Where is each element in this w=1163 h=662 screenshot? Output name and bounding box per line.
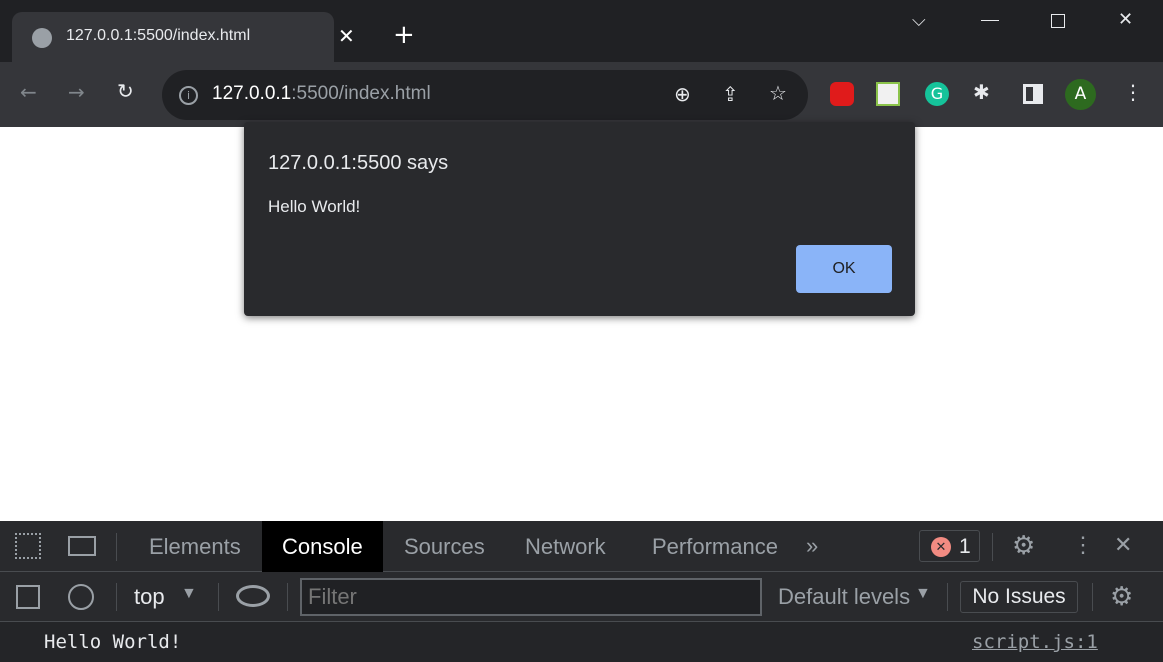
- device-toolbar-icon[interactable]: [68, 536, 96, 556]
- url-path: :5500/index.html: [291, 83, 431, 104]
- console-settings-gear-icon[interactable]: ⚙: [1110, 581, 1133, 612]
- clear-console-icon[interactable]: [68, 584, 94, 610]
- browser-tab[interactable]: 127.0.0.1:5500/index.html ✕: [12, 12, 355, 62]
- tab-search-icon[interactable]: ⌵: [912, 10, 926, 31]
- settings-gear-icon[interactable]: ⚙: [1012, 530, 1035, 561]
- issues-button[interactable]: No Issues: [960, 581, 1078, 613]
- extensions-puzzle-icon[interactable]: ✱: [973, 80, 990, 104]
- reload-icon[interactable]: ↻: [117, 79, 134, 103]
- tab-network[interactable]: Network: [505, 521, 626, 572]
- bookmark-star-icon[interactable]: ☆: [769, 81, 787, 105]
- filter-input[interactable]: [300, 578, 762, 616]
- close-tab-icon[interactable]: ✕: [338, 24, 355, 48]
- ok-button[interactable]: OK: [796, 245, 892, 293]
- back-icon[interactable]: ←: [20, 80, 37, 104]
- tab-strip: 127.0.0.1:5500/index.html ✕ + ⌵ ✕: [0, 0, 1163, 62]
- inspect-element-icon[interactable]: [15, 533, 41, 559]
- console-toolbar: top ▼ Default levels ▼ No Issues ⚙: [0, 573, 1163, 622]
- dropdown-arrow-icon: ▼: [915, 585, 931, 602]
- dialog-message: Hello World!: [268, 197, 361, 216]
- devtools-menu-icon[interactable]: ⋮: [1072, 532, 1094, 558]
- menu-icon[interactable]: ⋮: [1123, 80, 1143, 104]
- share-icon[interactable]: ⇪: [722, 82, 739, 106]
- grammarly-icon[interactable]: G: [925, 82, 949, 106]
- forward-icon[interactable]: →: [68, 80, 85, 104]
- globe-icon: [32, 28, 52, 48]
- live-expression-eye-icon[interactable]: [236, 585, 270, 607]
- close-window-button[interactable]: ✕: [1118, 9, 1133, 30]
- error-count: 1: [959, 535, 971, 558]
- tab-elements[interactable]: Elements: [129, 521, 261, 572]
- new-tab-button[interactable]: +: [393, 20, 415, 50]
- sidebar-toggle-icon[interactable]: [16, 585, 40, 609]
- tab-console[interactable]: Console: [262, 521, 383, 572]
- more-tabs-icon[interactable]: »: [806, 533, 818, 559]
- error-counter[interactable]: ✕ 1: [919, 530, 980, 562]
- devtools-tabbar: Elements Console Sources Network Perform…: [0, 521, 1163, 572]
- tab-sources[interactable]: Sources: [384, 521, 505, 572]
- info-icon[interactable]: i: [179, 86, 198, 105]
- html5-outliner-icon[interactable]: [876, 82, 900, 106]
- profile-avatar[interactable]: A: [1065, 79, 1096, 110]
- alert-dialog: 127.0.0.1:5500 says Hello World! OK: [244, 122, 915, 316]
- tab-performance[interactable]: Performance: [632, 521, 798, 572]
- dropdown-arrow-icon: ▼: [181, 585, 197, 602]
- source-link[interactable]: script.js:1: [972, 631, 1098, 653]
- context-selector[interactable]: top: [134, 584, 165, 610]
- adblock-icon[interactable]: [830, 82, 854, 106]
- url-text[interactable]: 127.0.0.1:5500/index.html: [212, 83, 431, 105]
- maximize-button[interactable]: [1051, 14, 1065, 28]
- minimize-button[interactable]: [981, 20, 999, 21]
- side-panel-icon[interactable]: [1023, 84, 1043, 104]
- tab-title: 127.0.0.1:5500/index.html: [66, 27, 251, 44]
- dialog-title: 127.0.0.1:5500 says: [268, 152, 449, 174]
- console-message: Hello World!: [44, 631, 182, 653]
- zoom-icon[interactable]: ⊕: [674, 82, 691, 106]
- console-message-row: Hello World! script.js:1: [0, 622, 1163, 662]
- address-bar[interactable]: i 127.0.0.1:5500/index.html ⊕ ⇪ ☆: [162, 70, 808, 120]
- devtools: Elements Console Sources Network Perform…: [0, 521, 1163, 662]
- log-levels-dropdown[interactable]: Default levels: [778, 584, 910, 610]
- close-devtools-icon[interactable]: ✕: [1114, 532, 1132, 558]
- error-icon: ✕: [931, 537, 951, 557]
- url-host: 127.0.0.1: [212, 83, 292, 104]
